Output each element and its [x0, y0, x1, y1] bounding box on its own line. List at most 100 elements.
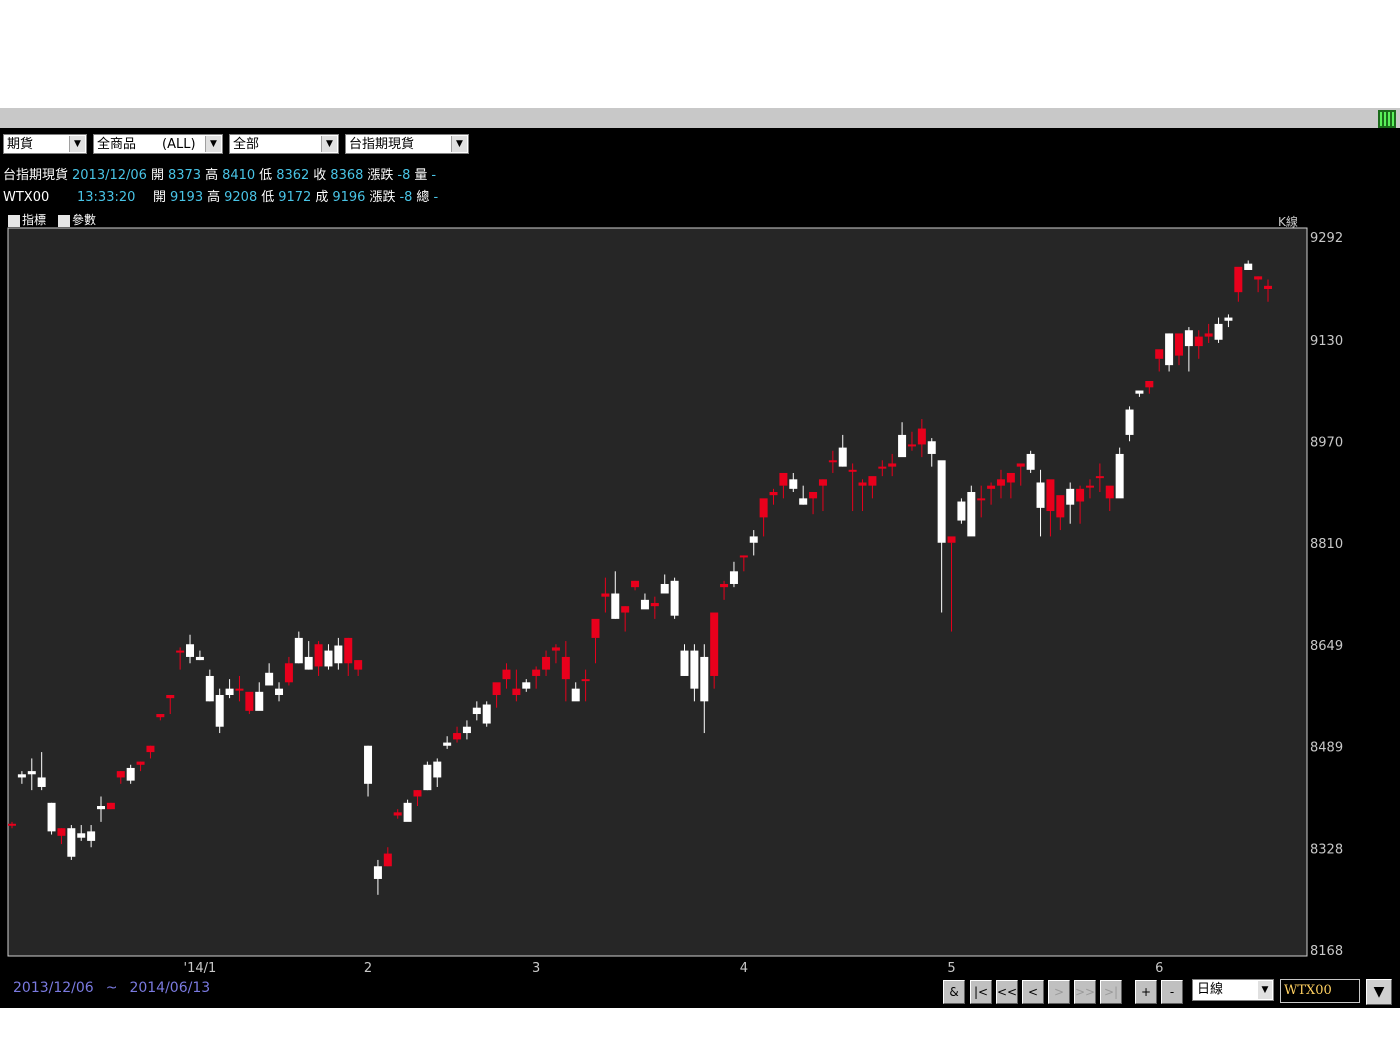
- candle-up: [809, 492, 818, 499]
- candle-up: [1105, 485, 1114, 499]
- candle-up: [453, 733, 462, 740]
- candle-down: [294, 637, 303, 664]
- candle-down: [275, 688, 284, 695]
- candle-down: [482, 704, 491, 724]
- candle-up: [947, 536, 956, 543]
- candle-down: [126, 767, 135, 781]
- candle-down: [967, 492, 976, 537]
- candle-down: [700, 656, 709, 702]
- candle-down: [403, 802, 412, 822]
- candle-up: [166, 694, 175, 699]
- candle-up: [1076, 488, 1085, 502]
- prev-page-button[interactable]: <<: [996, 980, 1018, 1004]
- x-tick-label: 2: [364, 961, 372, 976]
- candle-up: [492, 682, 501, 695]
- next-page-button[interactable]: >>: [1074, 980, 1096, 1004]
- last-button[interactable]: >|: [1100, 980, 1122, 1004]
- candle-up: [314, 644, 323, 667]
- amp-button[interactable]: &: [943, 980, 965, 1004]
- candle-down: [927, 441, 936, 454]
- candle-down: [1026, 453, 1035, 470]
- candle-up: [631, 580, 640, 588]
- candle-up: [1254, 276, 1263, 280]
- candle-up: [858, 482, 867, 486]
- candle-down: [571, 688, 580, 702]
- period-select[interactable]: 日線 ▼: [1192, 979, 1274, 1001]
- candle-up: [739, 555, 748, 558]
- candle-down: [660, 583, 669, 594]
- candle-up: [1085, 485, 1094, 488]
- candle-up: [987, 485, 996, 489]
- candle-up: [1016, 463, 1025, 467]
- candle-up: [57, 828, 66, 836]
- candle-down: [1036, 482, 1045, 508]
- candle-down: [186, 644, 195, 657]
- candle-down: [17, 774, 26, 778]
- candle-down: [898, 434, 907, 458]
- x-tick-label: '14/1: [184, 961, 217, 976]
- candle-up: [977, 498, 986, 501]
- candle-down: [334, 645, 343, 664]
- candle-up: [1264, 285, 1272, 290]
- candle-up: [888, 463, 897, 467]
- candle-up: [1056, 495, 1065, 518]
- zoom-in-button[interactable]: +: [1135, 980, 1157, 1004]
- candle-up: [176, 650, 185, 653]
- candle-down: [611, 593, 620, 619]
- candle-down: [1214, 323, 1223, 340]
- candle-up: [591, 618, 600, 638]
- y-tick-label: 9292: [1310, 231, 1343, 246]
- candle-up: [650, 603, 659, 607]
- symbol-input[interactable]: WTX00: [1280, 979, 1360, 1003]
- candle-up: [116, 771, 125, 778]
- prev-button[interactable]: <: [1022, 980, 1044, 1004]
- candle-up: [848, 469, 857, 472]
- candle-down: [937, 460, 946, 543]
- candle-up: [1174, 333, 1183, 356]
- candle-down: [1224, 317, 1233, 321]
- candle-down: [729, 571, 738, 584]
- candle-up: [561, 656, 570, 680]
- candle-up: [1234, 266, 1243, 293]
- candle-down: [77, 833, 86, 838]
- date-range: 2013/12/06 ~2014/06/13: [13, 980, 222, 996]
- x-axis: '14/1 2 3 4 5 6: [184, 961, 1164, 976]
- candle-up: [532, 669, 541, 676]
- candle-down: [47, 802, 56, 832]
- candle-up: [581, 679, 590, 682]
- candle-up: [1194, 336, 1203, 347]
- candle-up: [245, 691, 254, 711]
- candle-up: [720, 583, 729, 588]
- candle-up: [818, 479, 827, 486]
- candle-down: [1244, 263, 1253, 270]
- x-tick-label: 3: [532, 961, 540, 976]
- candle-up: [769, 492, 778, 496]
- y-tick-label: 8649: [1310, 639, 1343, 654]
- candle-down: [97, 806, 106, 810]
- candle-down: [195, 656, 204, 661]
- candle-down: [27, 771, 36, 775]
- candle-down: [522, 682, 531, 689]
- candle-up: [868, 476, 877, 486]
- candle-down: [1135, 390, 1144, 394]
- first-button[interactable]: |<: [970, 980, 992, 1004]
- candle-up: [1095, 476, 1104, 479]
- candle-down: [789, 479, 798, 489]
- chevron-down-icon: ▼: [1258, 981, 1272, 999]
- candle-down: [749, 536, 758, 543]
- candle-up: [1155, 349, 1164, 359]
- candle-up: [551, 647, 560, 651]
- candle-down: [1115, 453, 1124, 499]
- candle-down: [37, 777, 46, 787]
- x-tick-label: 4: [740, 961, 748, 976]
- candle-down: [265, 672, 274, 686]
- candle-down: [838, 447, 847, 467]
- next-button[interactable]: >: [1048, 980, 1070, 1004]
- y-tick-label: 9130: [1310, 334, 1343, 349]
- candle-down: [433, 761, 442, 778]
- candle-down: [690, 650, 699, 689]
- zoom-out-button[interactable]: -: [1161, 980, 1183, 1004]
- candle-down: [1125, 409, 1134, 435]
- dropdown-triangle-icon[interactable]: ▼: [1366, 979, 1392, 1005]
- candle-down: [670, 580, 679, 616]
